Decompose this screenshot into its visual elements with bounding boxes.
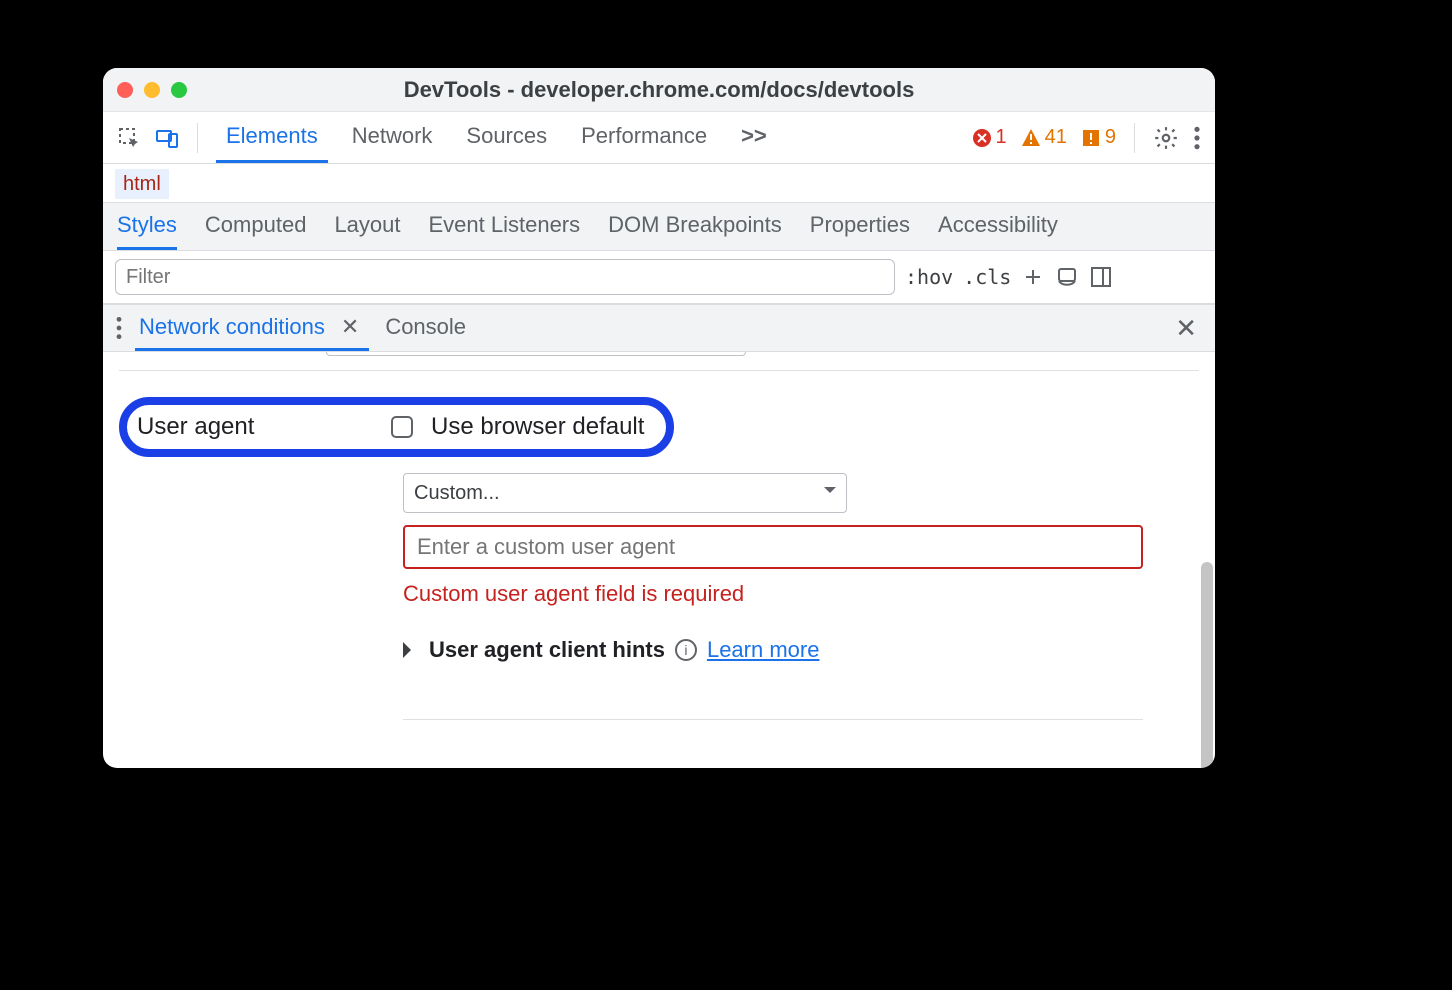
- learn-more-link[interactable]: Learn more: [707, 637, 820, 663]
- network-conditions-panel: Network throttling No throttling User ag…: [103, 352, 1215, 768]
- user-agent-error: Custom user agent field is required: [403, 581, 1143, 607]
- network-throttling-row: Network throttling No throttling: [119, 352, 1199, 371]
- tab-label: Performance: [581, 123, 707, 149]
- window-controls: [117, 82, 187, 98]
- drawer-tab-console[interactable]: Console: [381, 305, 470, 351]
- user-agent-label: User agent: [137, 413, 373, 441]
- new-style-rule-icon[interactable]: [1021, 265, 1045, 289]
- warning-count-value: 41: [1045, 126, 1067, 149]
- drawer-tab-label: Console: [385, 314, 466, 340]
- close-tab-icon[interactable]: ✕: [335, 314, 365, 340]
- device-toggle-icon[interactable]: [155, 126, 179, 150]
- custom-user-agent-input[interactable]: [403, 525, 1143, 569]
- subtab-dom-breakpoints[interactable]: DOM Breakpoints: [608, 203, 782, 250]
- user-agent-highlight: User agent Use browser default: [119, 397, 674, 457]
- tab-elements[interactable]: Elements: [216, 112, 328, 163]
- minimize-window-button[interactable]: [144, 82, 160, 98]
- user-agent-row: User agent Use browser default: [119, 397, 1199, 457]
- use-browser-default-label: Use browser default: [431, 413, 644, 441]
- error-icon: [972, 128, 992, 148]
- tab-sources[interactable]: Sources: [456, 112, 557, 163]
- user-agent-select[interactable]: Custom...: [403, 473, 847, 513]
- warning-count[interactable]: 41: [1021, 126, 1067, 149]
- inspect-icon[interactable]: [117, 126, 141, 150]
- user-agent-subarea: Custom... Custom user agent field is req…: [403, 473, 1143, 720]
- expand-triangle-icon: [403, 642, 419, 658]
- rendering-icon[interactable]: [1055, 265, 1079, 289]
- close-drawer-icon[interactable]: ✕: [1169, 313, 1203, 344]
- client-hints-row[interactable]: User agent client hints i Learn more: [403, 637, 1143, 663]
- tab-performance[interactable]: Performance: [571, 112, 717, 163]
- close-window-button[interactable]: [117, 82, 133, 98]
- scrollbar-thumb[interactable]: [1201, 562, 1213, 768]
- tabs-overflow-button[interactable]: >>: [731, 112, 777, 163]
- tab-label: Elements: [226, 123, 318, 149]
- subtab-computed[interactable]: Computed: [205, 203, 307, 250]
- subtab-accessibility[interactable]: Accessibility: [938, 203, 1058, 250]
- overflow-glyph: >>: [741, 123, 767, 149]
- styles-toolbar: :hov .cls: [103, 251, 1215, 304]
- elements-subtabs: Styles Computed Layout Event Listeners D…: [103, 203, 1215, 251]
- drawer-tabbar: Network conditions ✕ Console ✕: [103, 304, 1215, 352]
- drawer-tab-label: Network conditions: [139, 314, 325, 340]
- settings-icon[interactable]: [1153, 125, 1179, 151]
- error-count[interactable]: 1: [972, 126, 1007, 149]
- use-browser-default-checkbox[interactable]: [391, 416, 413, 438]
- info-icon[interactable]: i: [675, 639, 697, 661]
- drawer-tab-network-conditions[interactable]: Network conditions ✕: [135, 305, 369, 351]
- tab-label: Sources: [466, 123, 547, 149]
- error-count-value: 1: [996, 126, 1007, 149]
- more-menu-icon[interactable]: [1193, 125, 1201, 151]
- network-throttling-select[interactable]: No throttling: [326, 352, 746, 356]
- chevron-down-icon: [824, 487, 836, 499]
- breadcrumb-node[interactable]: html: [115, 169, 169, 199]
- scrollbar[interactable]: [1199, 562, 1215, 768]
- titlebar: DevTools - developer.chrome.com/docs/dev…: [103, 68, 1215, 112]
- subtab-layout[interactable]: Layout: [334, 203, 400, 250]
- cls-toggle[interactable]: .cls: [963, 265, 1011, 289]
- devtools-window: DevTools - developer.chrome.com/docs/dev…: [103, 68, 1215, 768]
- subtab-event-listeners[interactable]: Event Listeners: [429, 203, 581, 250]
- issue-count[interactable]: 9: [1081, 126, 1116, 149]
- issue-icon: [1081, 128, 1101, 148]
- styles-filter-input[interactable]: [115, 259, 895, 295]
- divider: [1134, 123, 1135, 153]
- computed-panel-icon[interactable]: [1089, 265, 1113, 289]
- warning-icon: [1021, 128, 1041, 148]
- hov-toggle[interactable]: :hov: [905, 265, 953, 289]
- dom-breadcrumb[interactable]: html: [103, 164, 1215, 203]
- divider: [197, 123, 198, 153]
- drawer-more-icon[interactable]: [115, 315, 123, 341]
- window-title: DevTools - developer.chrome.com/docs/dev…: [103, 77, 1215, 103]
- main-tabbar: Elements Network Sources Performance >> …: [103, 112, 1215, 164]
- chevron-down-icon: [723, 352, 735, 354]
- zoom-window-button[interactable]: [171, 82, 187, 98]
- tab-network[interactable]: Network: [342, 112, 443, 163]
- client-hints-label: User agent client hints: [429, 637, 665, 663]
- select-value: Custom...: [414, 482, 500, 505]
- subtab-styles[interactable]: Styles: [117, 203, 177, 250]
- subtab-properties[interactable]: Properties: [810, 203, 910, 250]
- issue-count-value: 9: [1105, 126, 1116, 149]
- section-divider: [403, 719, 1143, 720]
- tab-label: Network: [352, 123, 433, 149]
